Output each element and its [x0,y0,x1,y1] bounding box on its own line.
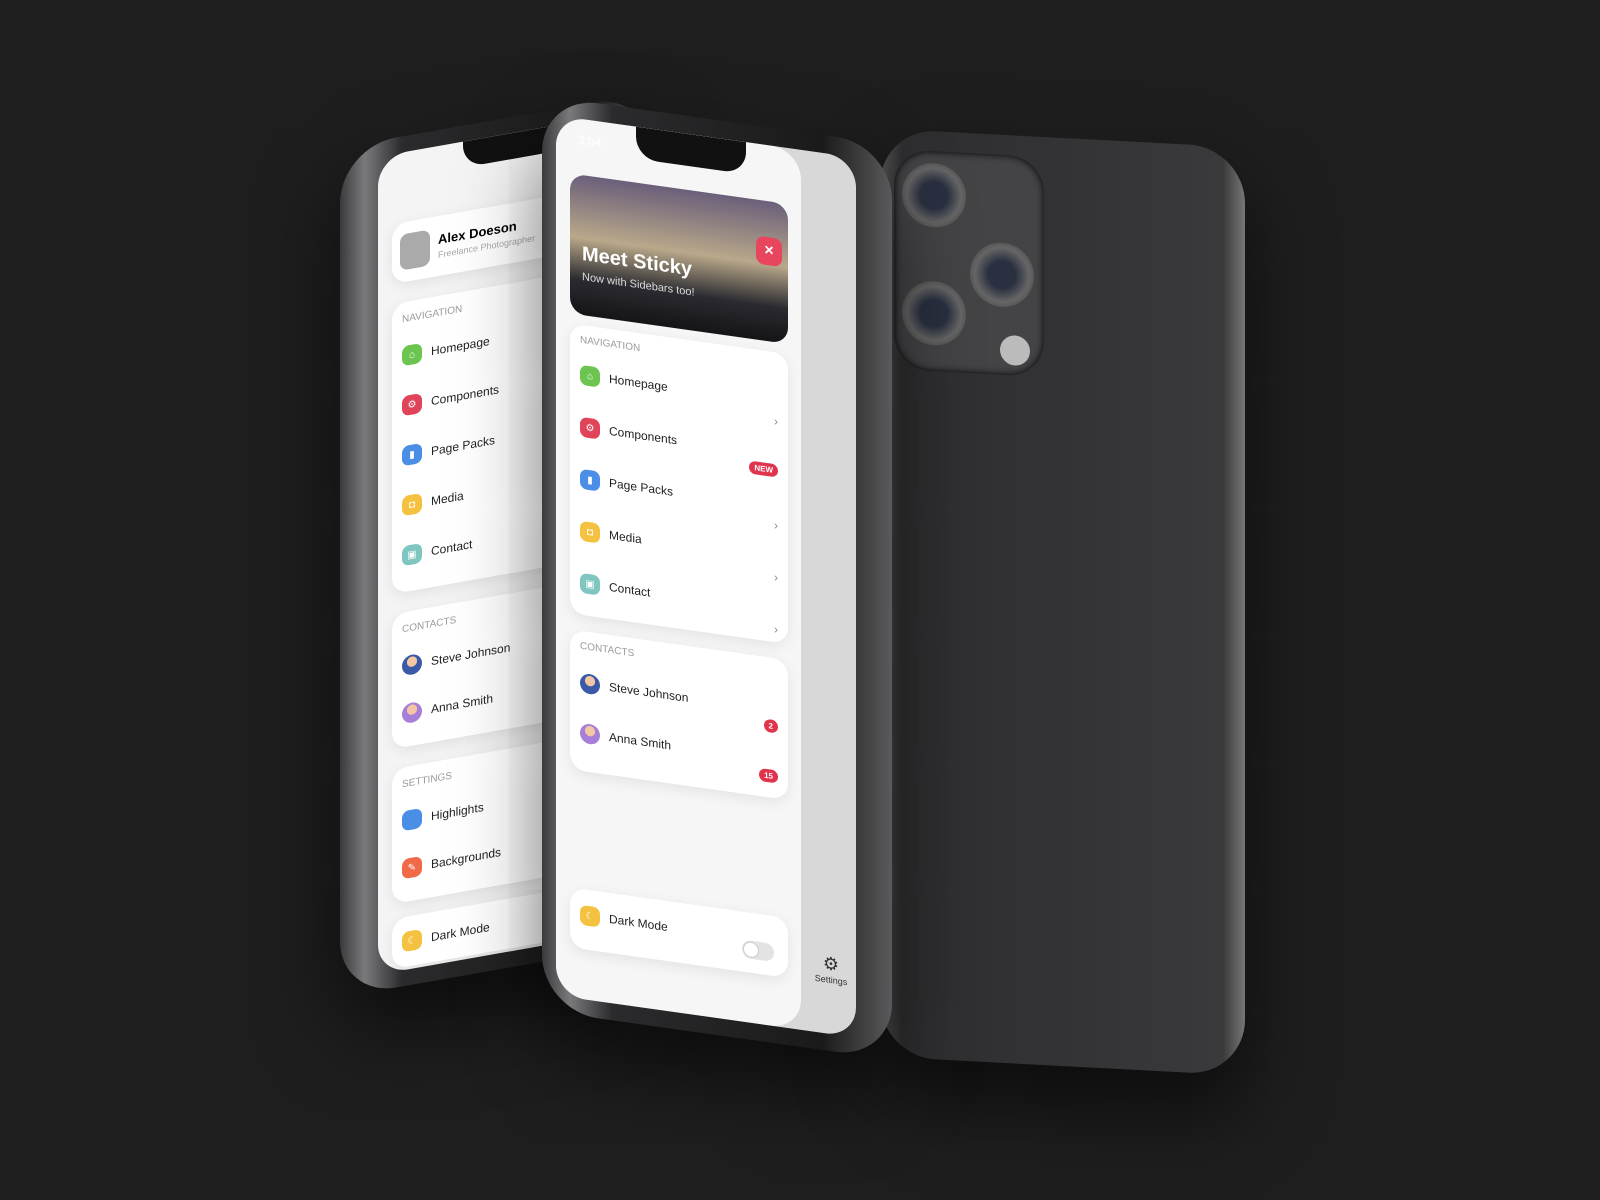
highlight-icon [402,807,422,832]
avatar [580,722,600,746]
nav-media[interactable]: ◘ Media [580,520,642,550]
gear-icon: ⚙ [580,416,600,440]
image-icon: ▣ [580,572,600,596]
camera-lens [970,241,1034,309]
chevron-right-icon: › [774,414,778,429]
nav-homepage[interactable]: ⌂ Homepage [402,331,490,367]
close-button[interactable]: × [756,235,782,268]
contact-steve[interactable]: Steve Johnson [402,637,510,677]
brush-icon: ✎ [402,855,422,880]
setting-highlights[interactable]: Highlights [402,797,484,832]
camera-icon: ◘ [580,520,600,544]
chevron-right-icon: › [774,570,778,585]
nav-page-packs[interactable]: ▮ Page Packs [580,468,673,502]
camera-icon: ◘ [402,492,422,517]
message-count-badge: 2 [763,718,778,734]
dark-mode-toggle[interactable] [742,939,774,963]
navigation-card: Navigation ⌂ Homepage › ⚙ Components NEW ▮… [570,323,788,644]
nav-page-packs[interactable]: ▮ Page Packs [402,430,495,467]
setting-backgrounds[interactable]: ✎ Backgrounds [402,842,501,880]
camera-module [894,149,1044,378]
screen-middle: 3:04 Meet Sticky Now with Sidebars too! … [556,115,856,1038]
hero-banner: Meet Sticky Now with Sidebars too! × [570,173,788,344]
phone-middle: 3:04 Meet Sticky Now with Sidebars too! … [542,95,892,1060]
message-count-badge: 15 [759,767,778,784]
file-icon: ▮ [402,442,422,467]
notch [636,126,746,175]
chevron-right-icon: › [774,518,778,533]
settings-header: Settings [402,770,453,791]
contacts-header: Contacts [580,640,635,660]
image-icon: ▣ [402,542,422,567]
contact-anna[interactable]: Anna Smith [580,722,671,756]
avatar [400,229,430,271]
new-badge: NEW [749,460,778,478]
nav-contact[interactable]: ▣ Contact [580,572,650,603]
setting-dark-mode[interactable]: ☾ Dark Mode [402,917,490,953]
camera-lens [902,161,966,229]
nav-media[interactable]: ◘ Media [402,486,464,517]
home-icon: ⌂ [580,364,600,388]
nav-components[interactable]: ⚙ Components [580,416,677,451]
gear-icon: ⚙ [402,392,422,417]
avatar [402,700,422,725]
avatar [580,672,600,696]
contact-anna[interactable]: Anna Smith [402,688,493,725]
home-icon: ⌂ [402,342,422,367]
nav-contact[interactable]: ▣ Contact [402,534,472,567]
avatar [402,652,422,677]
contacts-card: Contacts Steve Johnson 2 Anna Smith 15 [570,629,788,800]
dark-mode-label: ☾ Dark Mode [580,904,668,937]
sidebar-panel: 3:04 Meet Sticky Now with Sidebars too! … [556,115,801,1030]
navigation-header: Navigation [580,334,641,355]
flash [1000,334,1030,367]
camera-lens [902,279,966,347]
chevron-right-icon: › [774,622,778,637]
contacts-header: Contacts [402,614,457,636]
nav-components[interactable]: ⚙ Components [402,379,499,417]
navigation-header: Navigation [402,303,463,326]
moon-icon: ☾ [580,904,600,928]
dark-mode-card: ☾ Dark Mode [570,887,788,978]
close-icon: × [764,241,774,260]
status-time: 3:04 [578,132,602,150]
file-icon: ▮ [580,468,600,492]
moon-icon: ☾ [402,928,422,953]
contact-steve[interactable]: Steve Johnson [580,672,688,708]
side-settings-button[interactable]: ⚙ Settings [806,951,856,989]
phone-back [880,128,1245,1076]
nav-homepage[interactable]: ⌂ Homepage [580,364,668,397]
